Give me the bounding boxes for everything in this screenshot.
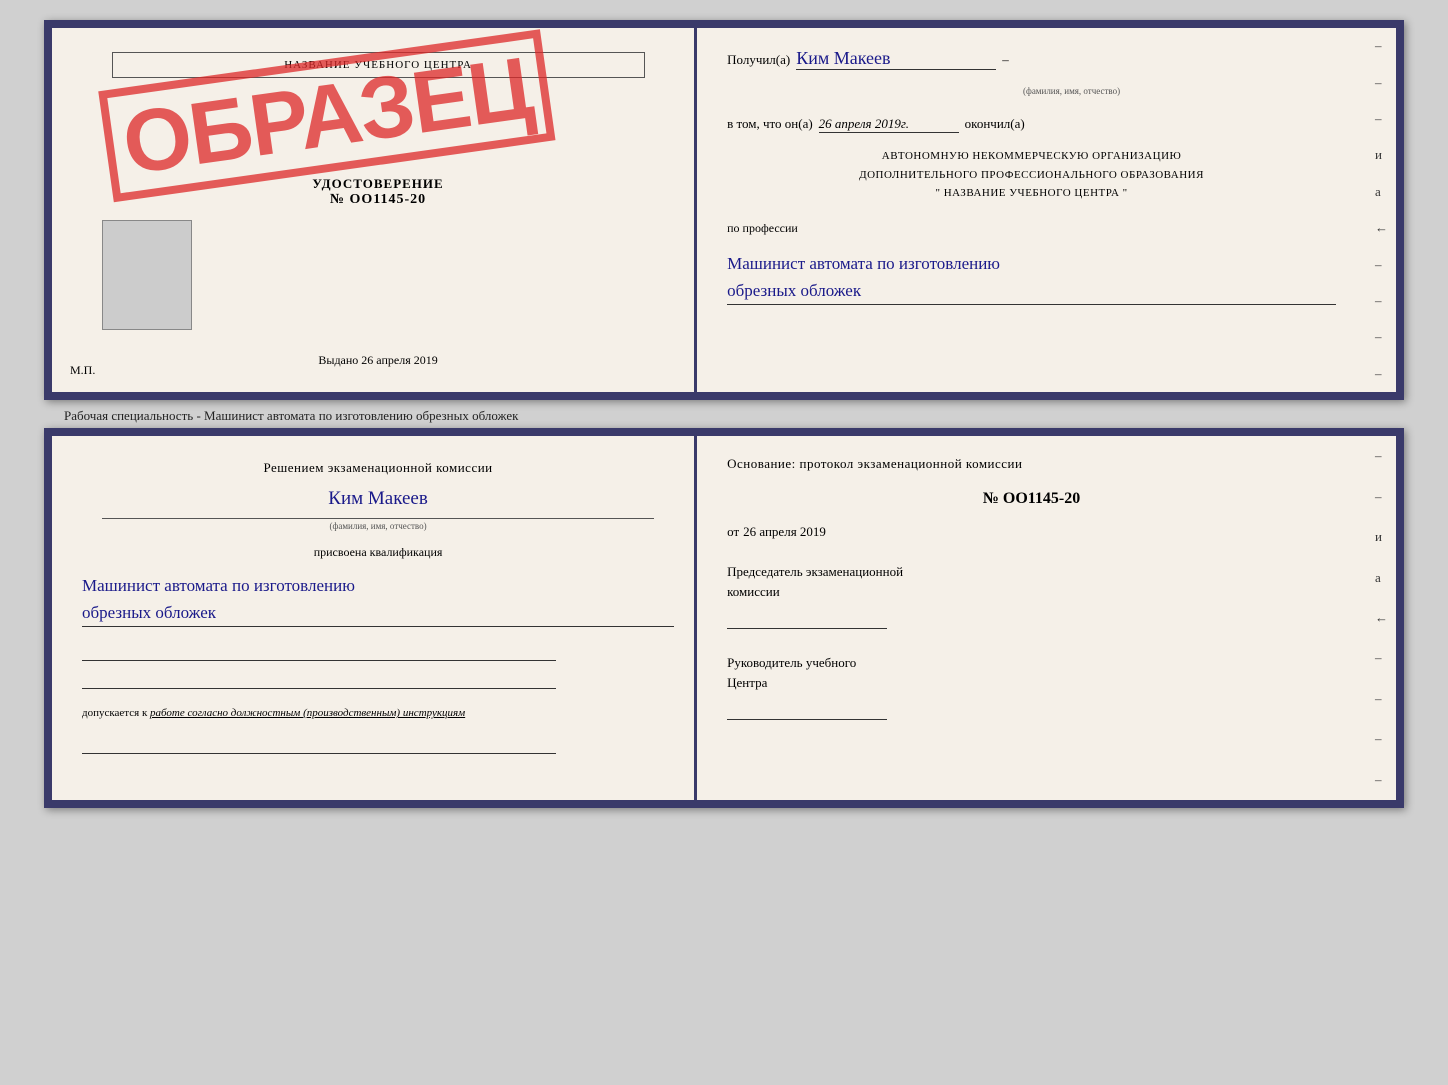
- blank-line-3: [82, 736, 556, 754]
- recipient-prefix: Получил(а): [727, 52, 790, 68]
- photo-placeholder: [102, 220, 192, 330]
- profession-line1: Машинист автомата по изготовлению: [727, 250, 1336, 277]
- mp-label: М.П.: [70, 363, 95, 378]
- bottom-cert-left: Решением экзаменационной комиссии Ким Ма…: [52, 436, 697, 800]
- blank-line-1: [82, 643, 556, 661]
- profession-value: Машинист автомата по изготовлению обрезн…: [727, 250, 1336, 305]
- org-line3: " НАЗВАНИЕ УЧЕБНОГО ЦЕНТРА ": [727, 184, 1336, 203]
- rukov-signature-line: [727, 696, 887, 720]
- chairman-signature-line: [727, 605, 887, 629]
- blank-lines: [82, 643, 674, 689]
- middle-label: Рабочая специальность - Машинист автомат…: [44, 400, 1404, 428]
- bottom-cert-right: Основание: протокол экзаменационной коми…: [697, 436, 1396, 800]
- org-block: АВТОНОМНУЮ НЕКОММЕРЧЕСКУЮ ОРГАНИЗАЦИЮ ДО…: [727, 147, 1336, 203]
- kvali-value: Машинист автомата по изготовлению обрезн…: [82, 572, 674, 627]
- fio-subtitle: (фамилия, имя, отчество): [102, 518, 654, 531]
- side-dashes-right-bottom: – – и а ← – – – –: [1375, 436, 1388, 800]
- kvali-line1: Машинист автомата по изготовлению: [82, 572, 674, 599]
- doc-type: УДОСТОВЕРЕНИЕ: [312, 176, 443, 192]
- bottom-certificate-spread: Решением экзаменационной комиссии Ким Ма…: [44, 428, 1404, 808]
- org-line2: ДОПОЛНИТЕЛЬНОГО ПРОФЕССИОНАЛЬНОГО ОБРАЗО…: [727, 166, 1336, 185]
- dopusk-text: допускается к работе согласно должностны…: [82, 705, 674, 722]
- chairman-block: Председатель экзаменационной комиссии: [727, 562, 1336, 629]
- commission-name: Ким Макеев: [82, 488, 674, 510]
- top-cert-left: НАЗВАНИЕ УЧЕБНОГО ЦЕНТРА ОБРАЗЕЦ УДОСТОВ…: [52, 28, 697, 392]
- issue-date: Выдано 26 апреля 2019: [318, 353, 437, 372]
- rukov-label: Руководитель учебного Центра: [727, 653, 1336, 692]
- school-title: НАЗВАНИЕ УЧЕБНОГО ЦЕНТРА: [112, 52, 645, 78]
- doc-number: № OO1145-20: [312, 192, 443, 208]
- profession-line2: обрезных обложек: [727, 277, 1336, 304]
- kvali-label: присвоена квалификация: [82, 545, 674, 560]
- top-cert-right: Получил(а) Ким Макеев – (фамилия, имя, о…: [697, 28, 1396, 392]
- recipient-subtitle: (фамилия, имя, отчество): [807, 86, 1336, 96]
- protocol-date-prefix: от: [727, 524, 739, 540]
- protocol-date-value: 26 апреля 2019: [743, 524, 826, 540]
- top-certificate-spread: НАЗВАНИЕ УЧЕБНОГО ЦЕНТРА ОБРАЗЕЦ УДОСТОВ…: [44, 20, 1404, 400]
- rukov-block: Руководитель учебного Центра: [727, 653, 1336, 720]
- side-dashes-right: – – – и а ← – – – –: [1375, 28, 1388, 392]
- protocol-date: от 26 апреля 2019: [727, 524, 1336, 540]
- kvali-line2: обрезных обложек: [82, 599, 674, 626]
- recipient-line: Получил(а) Ким Макеев –: [727, 48, 1336, 70]
- date-value: 26 апреля 2019г.: [819, 116, 959, 133]
- blank-line-2: [82, 671, 556, 689]
- commission-title: Решением экзаменационной комиссии: [82, 460, 674, 476]
- document-container: НАЗВАНИЕ УЧЕБНОГО ЦЕНТРА ОБРАЗЕЦ УДОСТОВ…: [44, 20, 1404, 808]
- chairman-label: Председатель экзаменационной комиссии: [727, 562, 1336, 601]
- dopusk-prefix: допускается к: [82, 707, 147, 719]
- date-prefix: в том, что он(а): [727, 116, 813, 132]
- osnov-title: Основание: протокол экзаменационной коми…: [727, 456, 1336, 472]
- org-line1: АВТОНОМНУЮ НЕКОММЕРЧЕСКУЮ ОРГАНИЗАЦИЮ: [727, 147, 1336, 166]
- date-line: в том, что он(а) 26 апреля 2019г. окончи…: [727, 116, 1336, 133]
- date-suffix: окончил(а): [965, 116, 1025, 132]
- dopusk-italic: работе согласно должностным (производств…: [150, 707, 465, 719]
- recipient-name: Ким Макеев: [796, 48, 996, 70]
- protocol-number: № OO1145-20: [727, 490, 1336, 508]
- profession-label: по профессии: [727, 221, 1336, 236]
